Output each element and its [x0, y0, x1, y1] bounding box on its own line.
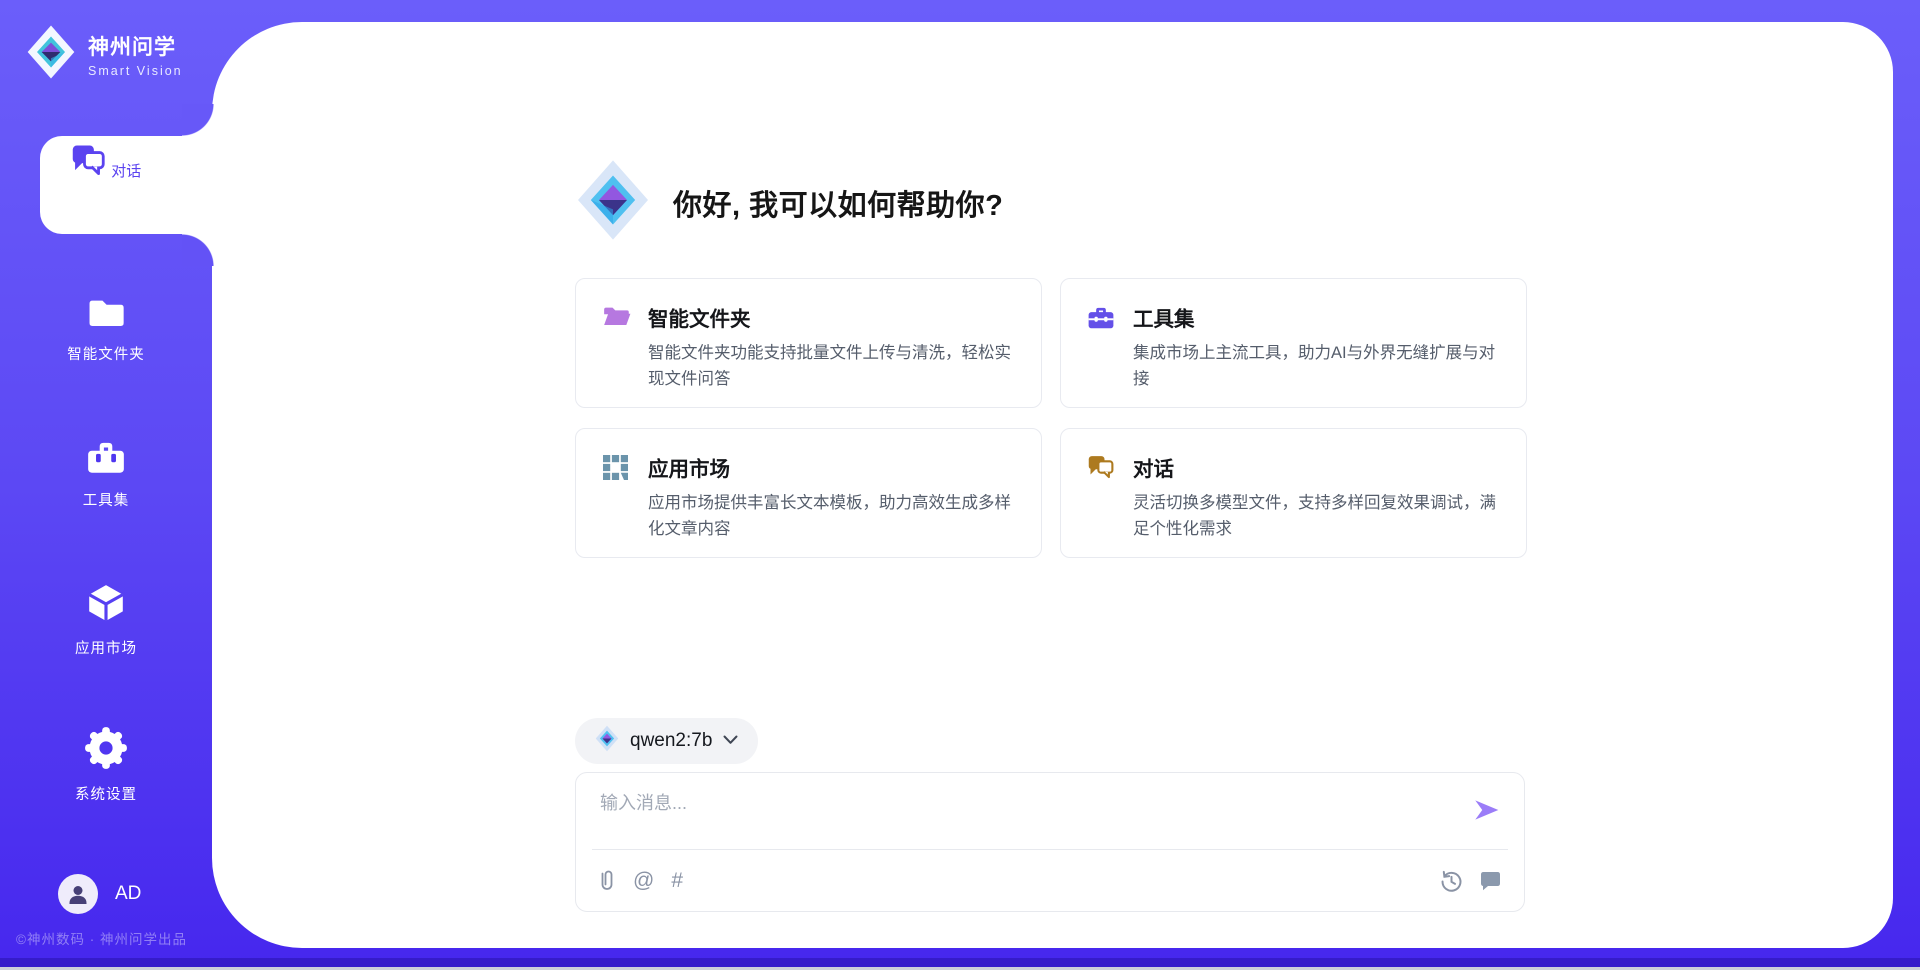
sidebar-item-settings[interactable]: 系统设置 [0, 726, 212, 804]
tab-fillet-bottom [182, 234, 214, 266]
sidebar-item-app-market[interactable]: 应用市场 [0, 582, 212, 658]
tab-fillet-top [182, 104, 214, 136]
folder-open-icon [602, 302, 632, 384]
greeting-row: 你好, 我可以如何帮助你? [575, 158, 1535, 247]
card-chat[interactable]: 对话 灵活切换多模型文件，支持多样回复效果调试，满足个性化需求 [1060, 428, 1527, 558]
user-initials: AD [115, 883, 141, 905]
attachment-icon[interactable] [598, 869, 616, 893]
brand-logo-diamond-icon [26, 24, 76, 85]
topic-icon[interactable]: # [671, 869, 683, 893]
avatar [58, 874, 98, 914]
folder-icon [86, 317, 126, 334]
model-logo-diamond-icon [595, 725, 619, 757]
sidebar-item-smart-folders[interactable]: 智能文件夹 [0, 296, 212, 364]
mention-icon[interactable]: @ [633, 869, 654, 893]
cube-icon [85, 611, 127, 628]
sidebar-item-label: 智能文件夹 [0, 343, 212, 364]
send-button[interactable] [1470, 795, 1502, 827]
card-title: 工具集 [1133, 302, 1500, 332]
chevron-down-icon [723, 732, 738, 750]
composer-divider [592, 849, 1508, 850]
card-title: 对话 [1133, 452, 1500, 482]
card-description: 灵活切换多模型文件，支持多样回复效果调试，满足个性化需求 [1133, 491, 1500, 542]
bottom-dark-strip [0, 958, 1920, 967]
message-input[interactable] [600, 789, 1460, 845]
gear-icon [84, 757, 128, 774]
user-profile[interactable]: AD [58, 874, 141, 914]
card-app-market[interactable]: 应用市场 应用市场提供丰富长文本模板，助力高效生成多样化文章内容 [575, 428, 1042, 558]
greeting-title: 你好, 我可以如何帮助你? [673, 182, 1003, 224]
card-description: 集成市场上主流工具，助力AI与外界无缝扩展与对接 [1133, 341, 1500, 392]
app-root: 神州问学 Smart Vision 对话 智能文件夹 [0, 0, 1920, 970]
sidebar-item-label: 工具集 [0, 489, 212, 510]
briefcase-icon [1087, 302, 1117, 384]
copyright-text: ©神州数码 · 神州问学出品 [16, 928, 187, 948]
sidebar-item-label: 应用市场 [0, 637, 212, 658]
card-title: 智能文件夹 [648, 302, 1015, 332]
history-icon[interactable] [1439, 869, 1464, 894]
comments-icon[interactable] [1479, 870, 1502, 892]
sidebar-item-label: 对话 [111, 163, 141, 180]
sidebar-item-toolset[interactable]: 工具集 [0, 438, 212, 510]
toolbox-icon [85, 463, 127, 480]
sidebar-item-label: 系统设置 [0, 783, 212, 804]
card-title: 应用市场 [648, 452, 1015, 482]
feature-cards: 智能文件夹 智能文件夹功能支持批量文件上传与清洗，轻松实现文件问答 工具集 集成… [575, 278, 1527, 558]
model-name: qwen2:7b [630, 730, 712, 752]
message-composer: @ # [575, 772, 1525, 912]
chat-icon [69, 163, 111, 180]
brand: 神州问学 Smart Vision [26, 24, 183, 85]
brand-subtitle: Smart Vision [88, 64, 183, 78]
assistant-logo-diamond-icon [575, 158, 651, 247]
composer-toolbar: @ # [598, 863, 1502, 899]
card-smart-folders[interactable]: 智能文件夹 智能文件夹功能支持批量文件上传与清洗，轻松实现文件问答 [575, 278, 1042, 408]
card-description: 应用市场提供丰富长文本模板，助力高效生成多样化文章内容 [648, 491, 1015, 542]
sidebar-item-chat[interactable]: 对话 [40, 142, 170, 181]
card-description: 智能文件夹功能支持批量文件上传与清洗，轻松实现文件问答 [648, 341, 1015, 392]
card-toolset[interactable]: 工具集 集成市场上主流工具，助力AI与外界无缝扩展与对接 [1060, 278, 1527, 408]
brand-name: 神州问学 [88, 31, 183, 61]
chat-icon [1087, 452, 1117, 534]
apps-grid-icon [602, 452, 632, 534]
model-selector[interactable]: qwen2:7b [575, 718, 758, 764]
